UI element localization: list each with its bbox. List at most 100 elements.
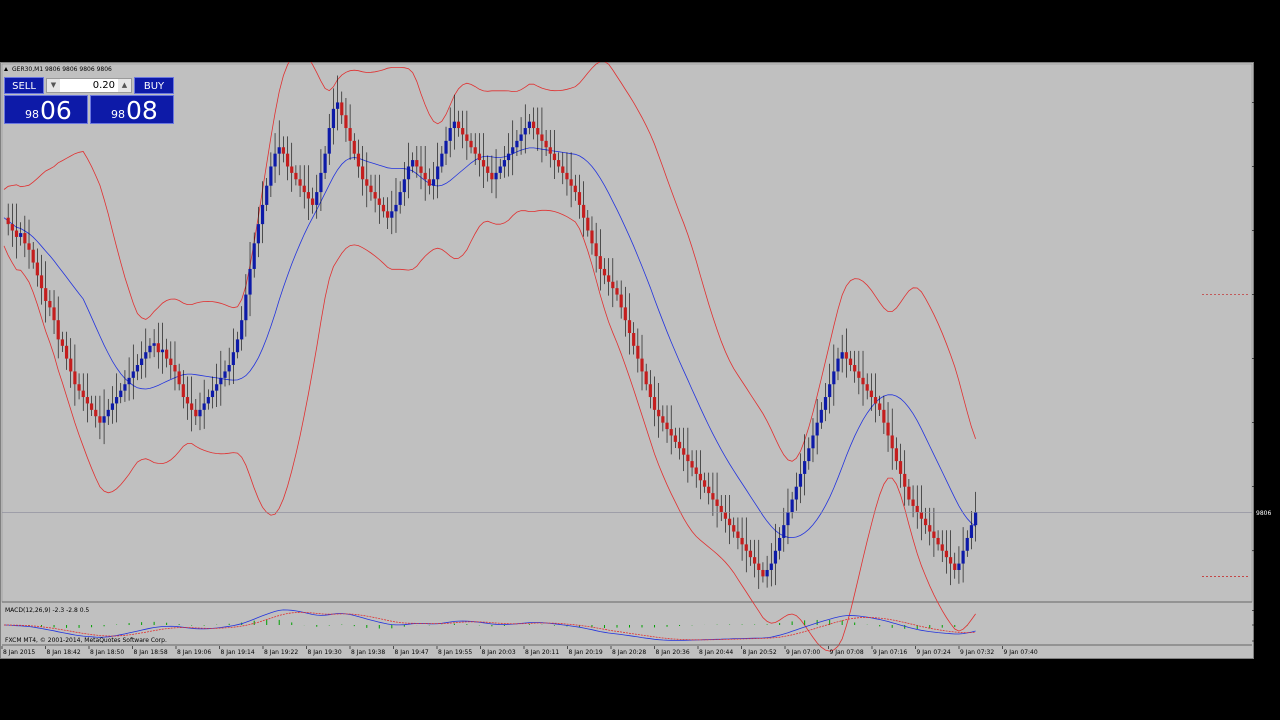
candle <box>915 485 919 529</box>
candle <box>490 155 494 194</box>
candle <box>110 386 115 424</box>
candle <box>890 408 894 470</box>
indicator-tick-label: 4.4 <box>1257 607 1267 614</box>
candle-body <box>252 243 256 269</box>
candle-body <box>882 409 886 423</box>
time-tick-label: 8 Jan 19:14 <box>221 649 255 656</box>
candle <box>844 328 848 378</box>
time-tick-label: 9 Jan 07:24 <box>917 649 951 656</box>
candle-body <box>431 179 436 186</box>
candle-body <box>861 377 865 385</box>
volume-input[interactable]: ▼ 0.20 ▲ <box>46 78 132 93</box>
price-tick-label: 9823 <box>1257 292 1272 299</box>
candle <box>352 133 356 160</box>
chart-area[interactable]: GER30,M1 9806 9806 9806 9806 98069838983… <box>0 62 1280 660</box>
candle-body <box>285 153 290 167</box>
candle-body <box>815 422 819 436</box>
candle-body <box>878 403 882 410</box>
candle <box>336 75 340 131</box>
candle-body <box>898 461 903 474</box>
candle <box>231 328 235 384</box>
candle-body <box>219 377 223 385</box>
candle-body <box>552 153 557 161</box>
candle-body <box>394 204 398 212</box>
candle <box>898 443 903 488</box>
candle-body <box>94 409 98 417</box>
candle-body <box>273 153 277 167</box>
triangle-icon <box>4 67 8 71</box>
candle-body <box>803 461 807 474</box>
candle <box>815 398 819 455</box>
candle-body <box>89 403 94 410</box>
buy-button[interactable]: BUY <box>134 77 174 94</box>
candle-body <box>974 512 978 526</box>
candle-body <box>573 185 577 193</box>
candle-body <box>740 537 744 545</box>
candle <box>210 376 215 409</box>
candle <box>477 133 481 177</box>
candle <box>64 331 69 370</box>
candle <box>256 206 260 258</box>
sell-price[interactable]: 98 06 <box>4 95 88 125</box>
candle <box>77 373 81 400</box>
candle-body <box>857 371 861 378</box>
candle-body <box>686 454 690 462</box>
sell-button[interactable]: SELL <box>4 77 44 94</box>
buy-price[interactable]: 98 08 <box>90 95 174 125</box>
candle <box>148 338 152 359</box>
candle-body <box>715 499 719 506</box>
price-tick-label: 9828 <box>1257 228 1272 235</box>
candle <box>506 133 511 177</box>
candle-body <box>778 537 782 551</box>
candle <box>198 392 202 431</box>
sell-price-small: 98 <box>25 108 39 121</box>
candle <box>114 373 119 423</box>
candle <box>536 107 540 151</box>
candle-body <box>873 397 878 404</box>
candle-body <box>527 121 532 129</box>
candle <box>56 296 60 359</box>
candle-body <box>865 384 869 391</box>
candle-body <box>344 115 348 129</box>
candle-body <box>727 518 732 526</box>
candle <box>819 402 823 429</box>
candle-body <box>486 166 490 173</box>
candle-body <box>135 365 140 372</box>
copyright-text: FXCM MT4, © 2001-2014, MetaQuotes Softwa… <box>5 637 167 644</box>
candle <box>907 479 911 506</box>
candle-body <box>181 384 185 398</box>
candle <box>903 450 907 506</box>
candle <box>177 363 181 391</box>
candle-body <box>607 275 611 282</box>
candle-body <box>39 275 44 289</box>
volume-down-icon[interactable]: ▼ <box>47 79 60 92</box>
candle <box>652 376 657 427</box>
candle-body <box>140 358 144 366</box>
candle-body <box>736 531 740 538</box>
candle-body <box>707 486 711 494</box>
candle <box>615 280 619 301</box>
candle <box>181 370 185 409</box>
candle-body <box>969 525 974 538</box>
time-tick-label: 8 Jan 20:11 <box>525 649 559 656</box>
candle <box>206 389 210 410</box>
candle <box>607 258 611 296</box>
candle-body <box>790 499 794 513</box>
candle <box>440 145 444 173</box>
candle-body <box>281 147 285 154</box>
candle <box>310 187 315 214</box>
candle <box>740 517 744 561</box>
volume-up-icon[interactable]: ▲ <box>118 79 131 92</box>
candle <box>711 472 715 516</box>
candle-body <box>540 134 544 141</box>
candle-body <box>506 153 511 161</box>
candle <box>81 373 85 411</box>
candle-body <box>627 320 632 333</box>
candle-body <box>536 128 540 135</box>
candle-body <box>452 121 456 129</box>
candle-body <box>619 294 623 308</box>
candle-body <box>148 345 152 353</box>
price-tick-label: 9803 <box>1257 548 1272 555</box>
candle-body <box>369 185 373 193</box>
candle <box>940 530 944 563</box>
